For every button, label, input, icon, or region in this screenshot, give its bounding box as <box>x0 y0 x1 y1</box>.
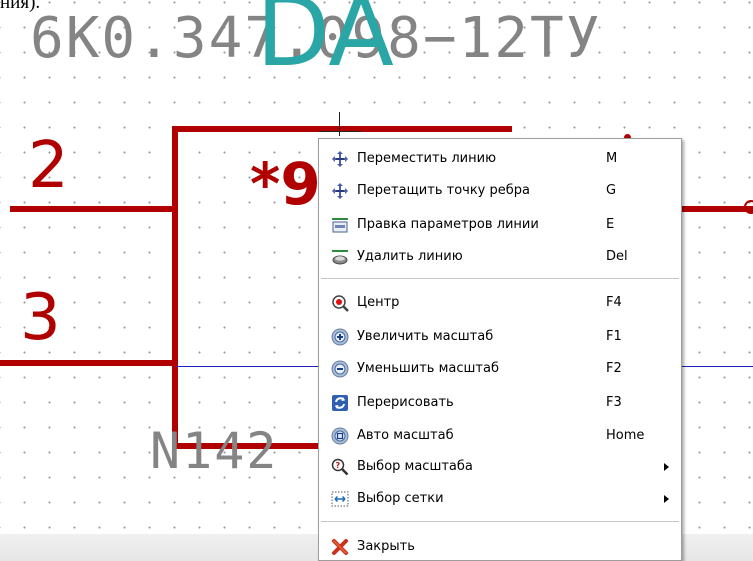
menu-item-label: Увеличить масштаб <box>357 329 494 344</box>
move-line-icon <box>331 150 349 168</box>
menu-item-select-zoom[interactable]: ? Выбор масштаба <box>319 455 681 480</box>
menu-item-drag-edge-point[interactable]: Перетащить точку ребра G <box>319 179 681 204</box>
component-value-label: N142 <box>150 422 279 480</box>
menu-item-label: Уменьшить масштаб <box>357 361 499 376</box>
center-icon <box>331 294 349 312</box>
menu-item-shortcut: Home <box>606 428 645 443</box>
menu-item-shortcut: F1 <box>606 329 622 344</box>
redraw-icon <box>331 394 349 412</box>
submenu-arrow-icon <box>664 495 669 503</box>
menu-item-zoom-out[interactable]: Уменьшить масштаб F2 <box>319 357 681 382</box>
menu-item-select-grid[interactable]: Выбор сетки <box>319 487 681 512</box>
pin-number-3: 3 <box>20 281 61 355</box>
menu-item-center[interactable]: Центр F4 <box>319 291 681 316</box>
menu-item-label: Правка параметров линии <box>357 217 539 232</box>
delete-line-icon <box>331 248 349 266</box>
menu-item-label: Переместить линию <box>357 151 497 166</box>
svg-text:?: ? <box>336 461 341 470</box>
zoom-in-icon <box>331 328 349 346</box>
menu-item-auto-zoom[interactable]: Авто масштаб Home <box>319 424 681 449</box>
close-icon <box>331 538 349 556</box>
menu-item-label: Удалить линию <box>357 249 463 264</box>
component-body-left <box>172 126 178 449</box>
context-menu: Переместить линию M Перетащить точку реб… <box>318 138 682 561</box>
menu-item-shortcut: F4 <box>606 295 622 310</box>
menu-item-shortcut: F2 <box>606 361 622 376</box>
pin-3-wire <box>0 360 176 366</box>
drag-edge-point-icon <box>331 182 349 200</box>
menu-item-shortcut: M <box>606 151 618 166</box>
menu-item-close[interactable]: Закрыть <box>319 535 681 560</box>
menu-item-label: Перерисовать <box>357 395 454 410</box>
menu-item-edit-line-params[interactable]: Правка параметров линии E <box>319 213 681 238</box>
bus-line-right <box>682 366 753 367</box>
menu-item-label: Авто масштаб <box>357 428 454 443</box>
menu-item-move-line[interactable]: Переместить линию M <box>319 147 681 172</box>
edit-line-params-icon <box>331 216 349 234</box>
submenu-arrow-icon <box>664 463 669 471</box>
select-grid-icon <box>331 490 349 508</box>
zoom-out-icon <box>331 360 349 378</box>
pin-number-2: 2 <box>28 129 69 203</box>
output-pin-circle <box>744 200 753 214</box>
menu-item-shortcut: G <box>606 183 617 198</box>
menu-item-label: Выбор масштаба <box>357 459 473 474</box>
menu-item-label: Перетащить точку ребра <box>357 183 530 198</box>
auto-zoom-icon <box>331 427 349 445</box>
crosshair-cursor-horizontal <box>319 131 361 132</box>
reference-designator: DA <box>256 0 394 88</box>
menu-item-label: Выбор сетки <box>357 491 444 506</box>
bus-line-left <box>176 366 318 367</box>
output-pin-wire <box>682 206 753 212</box>
menu-item-shortcut: E <box>606 217 615 232</box>
select-zoom-icon: ? <box>331 458 349 476</box>
menu-item-shortcut: Del <box>606 249 628 264</box>
menu-separator <box>321 521 679 522</box>
menu-item-shortcut: F3 <box>606 395 622 410</box>
crosshair-cursor-vertical <box>339 112 340 136</box>
component-field-label: *9 <box>250 150 321 218</box>
menu-separator <box>321 278 679 279</box>
menu-item-zoom-in[interactable]: Увеличить масштаб F1 <box>319 325 681 350</box>
menu-item-redraw[interactable]: Перерисовать F3 <box>319 391 681 416</box>
pin-2-wire <box>10 206 176 212</box>
menu-item-label: Закрыть <box>357 539 415 554</box>
menu-item-delete-line[interactable]: Удалить линию Del <box>319 245 681 270</box>
menu-item-label: Центр <box>357 295 400 310</box>
